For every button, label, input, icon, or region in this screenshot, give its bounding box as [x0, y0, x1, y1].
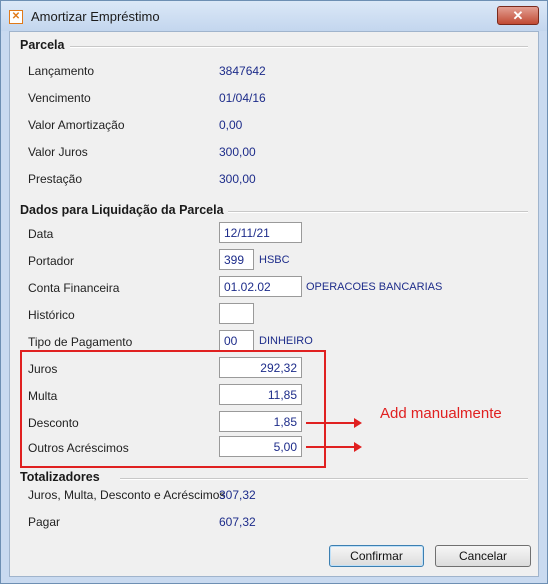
vencimento-label: Vencimento — [28, 91, 91, 105]
close-button[interactable]: ✕ — [497, 6, 539, 25]
tipo-pagamento-code-input[interactable]: 00 — [219, 330, 254, 351]
data-label: Data — [28, 227, 54, 241]
vencimento-value: 01/04/16 — [219, 91, 266, 105]
window-title: Amortizar Empréstimo — [31, 9, 160, 24]
multa-input[interactable]: 11,85 — [219, 384, 302, 405]
multa-label: Multa — [28, 389, 58, 403]
juros-input[interactable]: 292,32 — [219, 357, 302, 378]
desconto-arrow-icon — [306, 418, 362, 428]
valor-juros-value: 300,00 — [219, 145, 256, 159]
liquidacao-section-title: Dados para Liquidação da Parcela — [20, 203, 224, 217]
total-acrescimos-label: Juros, Multa, Desconto e Acréscimos — [28, 488, 226, 502]
pagar-value: 607,32 — [219, 515, 256, 529]
valor-amortizacao-value: 0,00 — [219, 118, 243, 132]
juros-label: Juros — [28, 362, 58, 376]
conta-financeira-label: Conta Financeira — [28, 281, 120, 295]
tipo-pagamento-name: DINHEIRO — [259, 335, 313, 347]
desconto-label: Desconto — [28, 416, 79, 430]
pagar-label: Pagar — [28, 515, 61, 529]
parcela-divider — [70, 46, 528, 48]
portador-name: HSBC — [259, 254, 290, 266]
conta-financeira-name: OPERACOES BANCARIAS — [306, 281, 443, 293]
dialog-window: ✕ Amortizar Empréstimo ✕ Parcela Lançame… — [0, 0, 548, 584]
manual-annotation: Add manualmente — [380, 405, 502, 422]
outros-acrescimos-arrow-icon — [306, 442, 362, 452]
valor-juros-label: Valor Juros — [28, 145, 88, 159]
lancamento-value: 3847642 — [219, 64, 266, 78]
dialog-body: Parcela Lançamento 3847642 Vencimento 01… — [9, 31, 539, 577]
conta-financeira-input[interactable]: 01.02.02 — [219, 276, 302, 297]
outros-acrescimos-label: Outros Acréscimos — [28, 441, 129, 455]
totalizadores-section-title: Totalizadores — [20, 470, 100, 484]
desconto-input[interactable]: 1,85 — [219, 411, 302, 432]
parcela-section-title: Parcela — [20, 38, 65, 52]
portador-label: Portador — [28, 254, 75, 268]
valor-amortizacao-label: Valor Amortização — [28, 118, 125, 132]
lancamento-label: Lançamento — [28, 64, 95, 78]
liquidacao-divider — [228, 211, 528, 213]
total-acrescimos-value: 307,32 — [219, 488, 256, 502]
app-icon: ✕ — [9, 10, 23, 24]
prestacao-value: 300,00 — [219, 172, 256, 186]
confirm-button[interactable]: Confirmar — [329, 545, 424, 567]
portador-code-input[interactable]: 399 — [219, 249, 254, 270]
data-input[interactable]: 12/11/21 — [219, 222, 302, 243]
historico-input[interactable] — [219, 303, 254, 324]
cancel-button[interactable]: Cancelar — [435, 545, 531, 567]
outros-acrescimos-input[interactable]: 5,00 — [219, 436, 302, 457]
totalizadores-divider — [120, 478, 528, 480]
prestacao-label: Prestação — [28, 172, 83, 186]
tipo-pagamento-label: Tipo de Pagamento — [28, 335, 133, 349]
historico-label: Histórico — [28, 308, 75, 322]
title-bar[interactable]: ✕ Amortizar Empréstimo ✕ — [1, 1, 547, 31]
